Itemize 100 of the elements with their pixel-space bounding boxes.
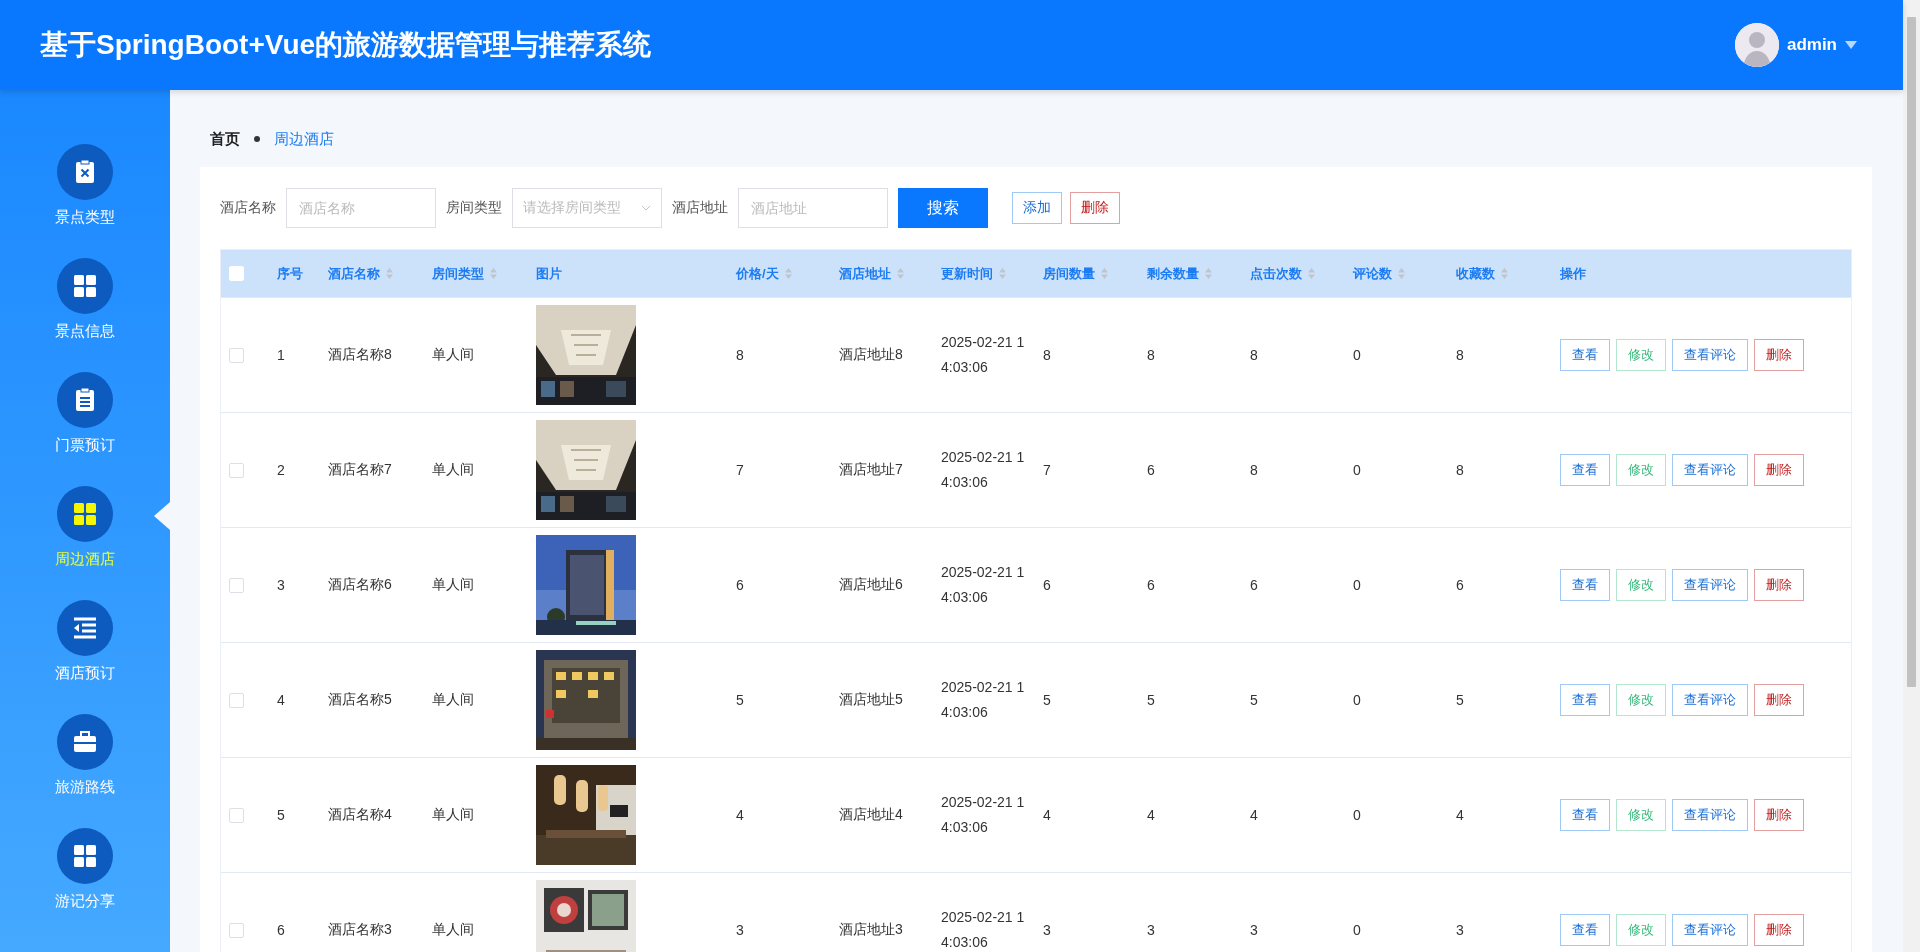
action-button[interactable]: 查看评论	[1672, 569, 1748, 601]
table-cell-text: 3	[1250, 922, 1259, 938]
sidebar-item[interactable]: 游记分享	[0, 828, 170, 942]
input-field[interactable]: 酒店名称	[286, 188, 436, 228]
checkbox[interactable]	[229, 922, 244, 938]
checkbox[interactable]	[229, 692, 244, 708]
column-header[interactable]: 更新时间	[941, 264, 993, 283]
sort-icon[interactable]	[490, 268, 497, 279]
table-cell-text: 6	[1043, 577, 1052, 593]
sort-icon[interactable]	[784, 268, 792, 279]
checkbox[interactable]	[229, 347, 244, 363]
column-header[interactable]: 房间数量	[1043, 264, 1095, 283]
action-button[interactable]: 查看	[1560, 339, 1610, 371]
checkbox[interactable]	[229, 577, 244, 593]
column-header[interactable]: 收藏数	[1456, 264, 1495, 283]
action-button[interactable]: 删除	[1754, 799, 1804, 831]
table-cell-text: 3	[277, 577, 286, 593]
sort-icon[interactable]	[897, 268, 904, 279]
table-cell-text: 4	[1147, 807, 1156, 823]
search-button[interactable]: 搜索	[898, 188, 988, 228]
sort-icon[interactable]	[1205, 268, 1212, 279]
breadcrumb-item[interactable]: 周边酒店	[274, 129, 334, 149]
sort-icon[interactable]	[1501, 268, 1508, 279]
column-header[interactable]: 评论数	[1353, 264, 1392, 283]
action-button[interactable]: 查看评论	[1672, 454, 1748, 486]
sort-icon[interactable]	[1398, 268, 1405, 279]
column-header[interactable]: 价格/天	[736, 264, 779, 283]
sidebar-item[interactable]: 景点类型	[0, 144, 170, 258]
table-cell-text: 6	[1147, 577, 1156, 593]
checkbox[interactable]	[229, 807, 244, 823]
table-cell-text: 酒店名称4	[328, 806, 393, 824]
table-cell-text: 4	[1456, 807, 1465, 823]
action-button[interactable]: 查看评论	[1672, 914, 1748, 946]
action-button[interactable]: 修改	[1616, 569, 1666, 601]
table-cell-text: 2025-02-21 14:03:06	[941, 563, 1026, 607]
sidebar-item[interactable]: 旅游路线	[0, 714, 170, 828]
action-button[interactable]: 修改	[1616, 339, 1666, 371]
input-field[interactable]: 酒店地址	[738, 188, 888, 228]
action-button[interactable]: 查看	[1560, 799, 1610, 831]
scrollbar[interactable]	[1903, 0, 1920, 952]
sort-icon[interactable]	[1308, 268, 1315, 279]
table-cell-text: 2025-02-21 14:03:06	[941, 333, 1026, 377]
table-cell-text: 酒店地址3	[839, 921, 904, 939]
table-cell-text: 2025-02-21 14:03:06	[941, 793, 1026, 837]
action-button[interactable]: 查看	[1560, 569, 1610, 601]
sidebar-item[interactable]: 门票预订	[0, 372, 170, 486]
sidebar-item[interactable]: 景点信息	[0, 258, 170, 372]
table-cell-text: 8	[1250, 347, 1259, 363]
column-header[interactable]: 点击次数	[1250, 264, 1302, 283]
action-button[interactable]: 查看	[1560, 914, 1610, 946]
toolbar-button[interactable]: 删除	[1070, 192, 1120, 224]
action-button[interactable]: 修改	[1616, 914, 1666, 946]
table-cell-text: 单人间	[432, 691, 475, 709]
table-cell-text: 5	[736, 692, 745, 708]
table-cell-text: 5	[1250, 692, 1259, 708]
table-cell-text: 6	[1147, 462, 1156, 478]
chevron-down-icon	[641, 205, 651, 211]
action-button[interactable]: 修改	[1616, 684, 1666, 716]
action-button[interactable]: 删除	[1754, 684, 1804, 716]
breadcrumb-item[interactable]: 首页	[210, 129, 240, 149]
sort-icon[interactable]	[1101, 268, 1108, 279]
action-button[interactable]: 查看	[1560, 684, 1610, 716]
table-cell-text: 8	[1043, 347, 1052, 363]
action-button[interactable]: 查看	[1560, 454, 1610, 486]
column-header[interactable]: 酒店名称	[328, 264, 380, 283]
action-button[interactable]: 修改	[1616, 454, 1666, 486]
table-cell-text: 2	[277, 462, 286, 478]
table-cell-text: 5	[1456, 692, 1465, 708]
checkbox[interactable]	[229, 462, 244, 478]
action-button[interactable]: 删除	[1754, 454, 1804, 486]
toolbar-button[interactable]: 添加	[1012, 192, 1062, 224]
table-cell-text: 6	[277, 922, 286, 938]
action-button[interactable]: 查看评论	[1672, 339, 1748, 371]
table-cell-text: 单人间	[432, 461, 475, 479]
select-field[interactable]: 请选择房间类型	[512, 188, 662, 228]
table-cell-text: 7	[736, 462, 745, 478]
table-cell-text: 4	[1250, 807, 1259, 823]
column-header[interactable]: 剩余数量	[1147, 264, 1199, 283]
grid-icon	[71, 500, 99, 528]
table-cell-text: 单人间	[432, 806, 475, 824]
column-header: 图片	[536, 264, 562, 283]
table-cell-text: 酒店名称3	[328, 921, 393, 939]
table-cell-text: 4	[736, 807, 745, 823]
action-button[interactable]: 删除	[1754, 914, 1804, 946]
sort-icon[interactable]	[999, 268, 1006, 279]
sort-icon[interactable]	[386, 268, 393, 279]
table-cell-text: 0	[1353, 807, 1362, 823]
sidebar-item[interactable]: 酒店预订	[0, 600, 170, 714]
table-cell-text: 5	[277, 807, 286, 823]
user-menu[interactable]: admin	[1734, 23, 1857, 67]
action-button[interactable]: 查看评论	[1672, 684, 1748, 716]
avatar-icon	[1734, 23, 1779, 67]
action-button[interactable]: 删除	[1754, 339, 1804, 371]
column-header: 操作	[1560, 264, 1586, 283]
action-button[interactable]: 查看评论	[1672, 799, 1748, 831]
action-button[interactable]: 删除	[1754, 569, 1804, 601]
caret-icon	[1845, 41, 1857, 49]
column-header[interactable]: 酒店地址	[839, 264, 891, 283]
column-header[interactable]: 房间类型	[432, 264, 484, 283]
action-button[interactable]: 修改	[1616, 799, 1666, 831]
